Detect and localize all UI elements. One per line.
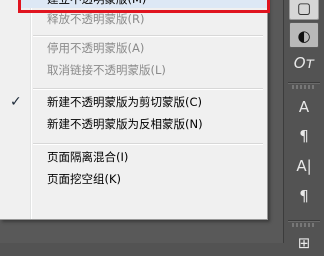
menu-item-page-isolate-blending[interactable]: 页面隔离混合(I) xyxy=(0,147,267,167)
menu-item-page-knockout-group[interactable]: 页面挖空组(K) xyxy=(0,169,267,189)
menu-item-label: 页面挖空组(K) xyxy=(47,172,122,186)
menu-item-new-mask-inverted[interactable]: 新建不透明蒙版为反相蒙版(N) xyxy=(0,114,267,134)
panel-group-separator xyxy=(288,82,320,84)
menu-item-new-mask-clipping[interactable]: ✓ 新建不透明蒙版为剪切蒙版(C) xyxy=(0,92,267,112)
menu-separator xyxy=(33,35,263,37)
opentype-panel-icon[interactable]: Oᴛ xyxy=(289,50,319,76)
paragraph-panel-icon[interactable]: ¶ xyxy=(289,183,319,209)
character-styles-icon[interactable]: A xyxy=(289,94,319,120)
menu-item-label: 取消链接不透明蒙版(L) xyxy=(47,63,166,77)
color-panel-icon[interactable]: ▢ xyxy=(289,0,319,20)
checkmark-icon: ✓ xyxy=(10,94,22,110)
panel-group-separator xyxy=(288,220,320,222)
menu-item-disable-opacity-mask[interactable]: 停用不透明蒙版(A) xyxy=(0,38,267,58)
panel-group-grip[interactable] xyxy=(292,85,316,89)
transparency-panel-icon[interactable]: ◐ xyxy=(289,22,319,48)
paragraph-styles-icon[interactable]: ¶ xyxy=(289,123,319,149)
menu-separator xyxy=(33,88,263,90)
menu-item-label: 停用不透明蒙版(A) xyxy=(47,41,145,55)
character-panel-icon[interactable]: A| xyxy=(289,153,319,179)
panel-dock: ▢ ◐ Oᴛ A ¶ A| ¶ ⊞ xyxy=(283,0,324,252)
artboards-panel-icon[interactable]: ⊞ xyxy=(289,230,319,256)
transparency-flyout-menu: 建立不透明蒙版(M) 释放不透明蒙版(R) 停用不透明蒙版(A) 取消链接不透明… xyxy=(0,0,270,220)
menu-item-unlink-opacity-mask[interactable]: 取消链接不透明蒙版(L) xyxy=(0,60,267,80)
menu-item-label: 新建不透明蒙版为剪切蒙版(C) xyxy=(47,95,203,109)
menu-item-label: 新建不透明蒙版为反相蒙版(N) xyxy=(47,117,203,131)
panel-group-grip[interactable] xyxy=(292,223,316,227)
menu-item-label: 页面隔离混合(I) xyxy=(47,150,129,164)
menu-separator xyxy=(33,143,263,145)
menu-item-label: 释放不透明蒙版(R) xyxy=(47,12,145,26)
menu-item-release-opacity-mask[interactable]: 释放不透明蒙版(R) xyxy=(0,9,267,29)
